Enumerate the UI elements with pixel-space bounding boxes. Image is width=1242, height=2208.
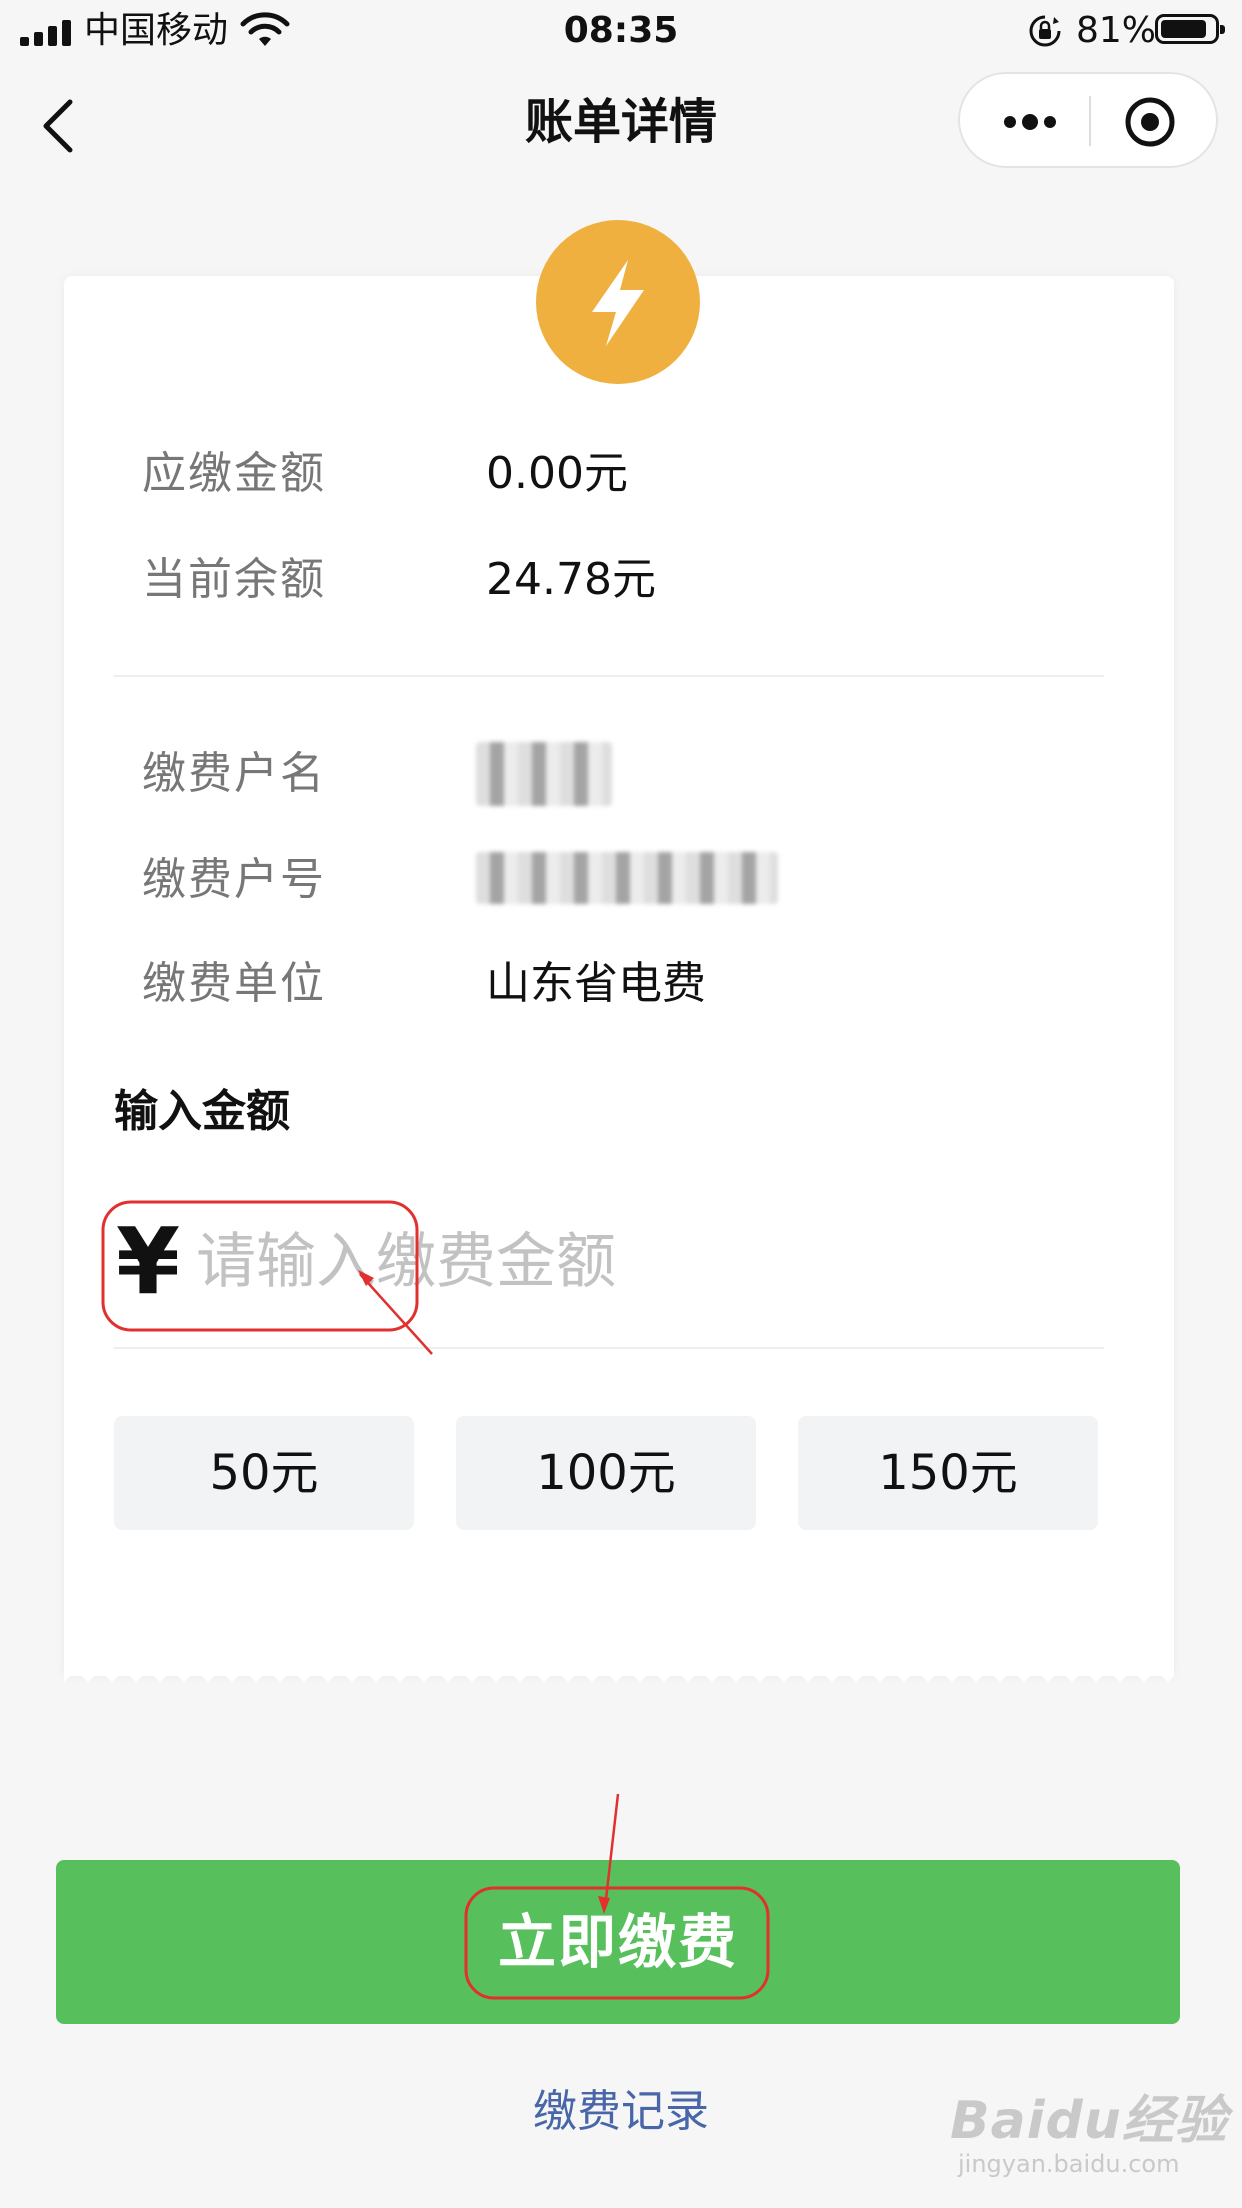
watermark-main: Baidu经验 xyxy=(950,2091,1228,2151)
lightning-bolt-icon xyxy=(536,220,700,384)
preset-amount-100[interactable]: 100元 xyxy=(456,1416,756,1530)
pay-now-button[interactable]: 立即缴费 xyxy=(56,1860,1180,2024)
preset-amount-150[interactable]: 150元 xyxy=(798,1416,1098,1530)
mini-program-capsule xyxy=(958,72,1218,168)
account-number-redacted xyxy=(476,852,778,904)
amount-section-label: 输入金额 xyxy=(114,1086,290,1137)
account-number-label: 缴费户号 xyxy=(142,854,326,905)
card-zigzag-edge xyxy=(64,1668,1174,1682)
preset-amount-50[interactable]: 50元 xyxy=(114,1416,414,1530)
orientation-lock-icon xyxy=(1029,15,1061,47)
baidu-watermark: Baidu经验 jingyan.baidu.com xyxy=(950,2078,1230,2188)
balance-label: 当前余额 xyxy=(142,554,326,605)
battery-percent: 81% xyxy=(1076,10,1157,51)
battery-icon xyxy=(1155,14,1225,44)
status-bar: 中国移动 08:35 81% xyxy=(0,0,1242,62)
amount-input[interactable] xyxy=(196,1220,1096,1304)
amount-due-label: 应缴金额 xyxy=(142,448,326,499)
capsule-divider xyxy=(1089,96,1091,146)
mini-program-record-icon[interactable] xyxy=(1124,96,1176,148)
divider xyxy=(114,675,1104,677)
more-icon[interactable] xyxy=(1000,102,1060,142)
biller-value: 山东省电费 xyxy=(486,958,706,1009)
balance-value: 24.78元 xyxy=(486,554,656,605)
currency-symbol: ¥ xyxy=(116,1208,181,1315)
input-underline xyxy=(114,1347,1104,1349)
watermark-sub: jingyan.baidu.com xyxy=(958,2150,1180,2178)
account-name-redacted xyxy=(476,742,612,806)
biller-label: 缴费单位 xyxy=(142,958,326,1009)
amount-due-value: 0.00元 xyxy=(486,448,628,499)
account-name-label: 缴费户名 xyxy=(142,748,326,799)
